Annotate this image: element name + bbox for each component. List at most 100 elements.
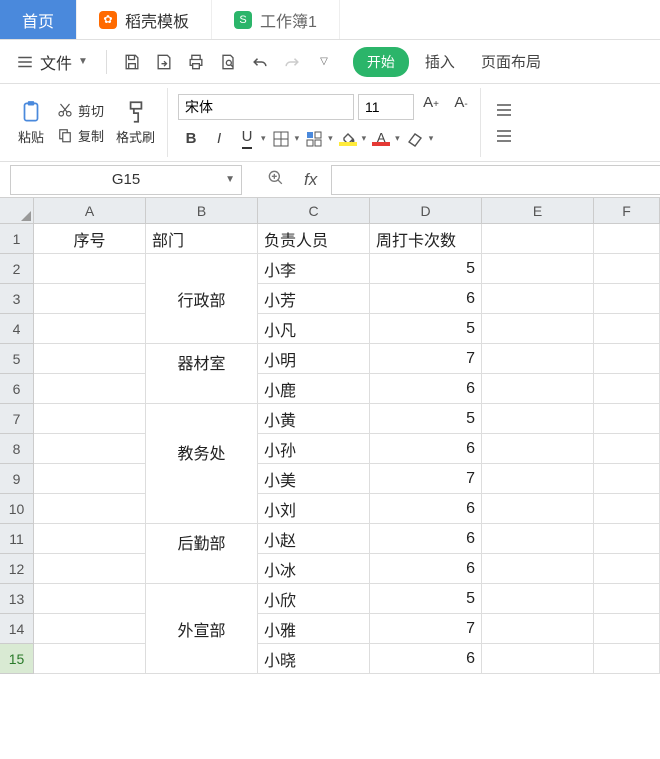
cell[interactable] (482, 584, 594, 614)
cell[interactable]: 小晓 (258, 644, 370, 674)
cell[interactable] (594, 644, 660, 674)
cell[interactable] (146, 494, 258, 524)
cell[interactable]: 小欣 (258, 584, 370, 614)
cell[interactable] (34, 344, 146, 374)
ribbon-tab-pagelayout[interactable]: 页面布局 (471, 47, 551, 76)
cell[interactable] (34, 314, 146, 344)
cell[interactable] (594, 344, 660, 374)
col-header-e[interactable]: E (482, 198, 594, 224)
cell[interactable]: 6 (370, 284, 482, 314)
fx-button[interactable]: fx (304, 170, 317, 190)
cell[interactable]: 行政部 (146, 284, 258, 314)
name-box[interactable]: G15 ▼ (10, 165, 242, 195)
tab-home[interactable]: 首页 (0, 0, 77, 39)
cell[interactable]: 周打卡次数 (370, 224, 482, 254)
cell[interactable]: 小美 (258, 464, 370, 494)
cell[interactable] (34, 254, 146, 284)
cell[interactable] (146, 584, 258, 614)
cell[interactable] (482, 644, 594, 674)
spreadsheet-grid[interactable]: A B C D E F 1 序号 部门 负责人员 周打卡次数 2 小李 5 3 … (0, 198, 660, 674)
select-all-corner[interactable] (0, 198, 34, 224)
font-size-select[interactable] (358, 94, 414, 120)
tab-templates[interactable]: ✿ 稻壳模板 (77, 0, 212, 39)
cell[interactable]: 6 (370, 524, 482, 554)
cell[interactable]: 外宣部 (146, 614, 258, 644)
font-color-button[interactable]: A ▾ (368, 126, 400, 152)
row-header[interactable]: 15 (0, 644, 34, 674)
cell[interactable] (594, 224, 660, 254)
cell[interactable]: 5 (370, 584, 482, 614)
underline-button[interactable]: U▾ (234, 126, 266, 152)
cell[interactable]: 5 (370, 404, 482, 434)
col-header-c[interactable]: C (258, 198, 370, 224)
cell[interactable]: 6 (370, 434, 482, 464)
print-button[interactable] (183, 49, 209, 75)
row-header[interactable]: 7 (0, 404, 34, 434)
decrease-font-button[interactable]: A- (448, 94, 474, 120)
cell[interactable] (594, 254, 660, 284)
toolbar-more-button[interactable]: ▽ (311, 49, 337, 75)
cell[interactable]: 小雅 (258, 614, 370, 644)
formula-input[interactable] (331, 165, 660, 195)
ribbon-tab-insert[interactable]: 插入 (415, 47, 465, 76)
cell[interactable] (482, 434, 594, 464)
paste-button[interactable]: 粘贴 (12, 97, 50, 148)
cell[interactable] (594, 284, 660, 314)
cell[interactable] (482, 614, 594, 644)
row-header[interactable]: 8 (0, 434, 34, 464)
cell[interactable] (594, 464, 660, 494)
print-preview-button[interactable] (215, 49, 241, 75)
cell[interactable]: 负责人员 (258, 224, 370, 254)
cell[interactable]: 小赵 (258, 524, 370, 554)
cell[interactable] (34, 554, 146, 584)
ribbon-tab-start[interactable]: 开始 (353, 47, 409, 77)
undo-button[interactable] (247, 49, 273, 75)
cell[interactable] (146, 644, 258, 674)
cell[interactable]: 5 (370, 314, 482, 344)
cell[interactable]: 小黄 (258, 404, 370, 434)
cell[interactable]: 5 (370, 254, 482, 284)
cell[interactable] (594, 434, 660, 464)
cell[interactable] (594, 524, 660, 554)
row-header[interactable]: 2 (0, 254, 34, 284)
cell[interactable] (594, 494, 660, 524)
save-as-button[interactable] (151, 49, 177, 75)
cell[interactable]: 小孙 (258, 434, 370, 464)
cell[interactable] (482, 524, 594, 554)
align-button[interactable] (491, 97, 517, 123)
cell[interactable]: 序号 (34, 224, 146, 254)
col-header-a[interactable]: A (34, 198, 146, 224)
cell[interactable]: 6 (370, 644, 482, 674)
cell[interactable]: 小明 (258, 344, 370, 374)
row-header[interactable]: 5 (0, 344, 34, 374)
cell[interactable] (34, 374, 146, 404)
cell[interactable] (482, 224, 594, 254)
cell[interactable] (146, 464, 258, 494)
bold-button[interactable]: B (178, 126, 204, 152)
cell[interactable] (34, 284, 146, 314)
col-header-b[interactable]: B (146, 198, 258, 224)
save-button[interactable] (119, 49, 145, 75)
cell[interactable]: 小李 (258, 254, 370, 284)
row-header[interactable]: 3 (0, 284, 34, 314)
cut-button[interactable]: 剪切 (52, 99, 108, 122)
font-name-select[interactable] (178, 94, 354, 120)
cell[interactable] (146, 254, 258, 284)
cell[interactable] (146, 554, 258, 584)
cell[interactable]: 部门 (146, 224, 258, 254)
cell[interactable] (146, 404, 258, 434)
cell[interactable] (594, 614, 660, 644)
cell[interactable] (146, 374, 258, 404)
cell[interactable] (482, 404, 594, 434)
cell[interactable] (594, 554, 660, 584)
cell[interactable] (482, 314, 594, 344)
col-header-d[interactable]: D (370, 198, 482, 224)
row-header[interactable]: 10 (0, 494, 34, 524)
row-header[interactable]: 9 (0, 464, 34, 494)
cell[interactable]: 小鹿 (258, 374, 370, 404)
col-header-f[interactable]: F (594, 198, 660, 224)
cell[interactable] (482, 464, 594, 494)
cell[interactable] (482, 554, 594, 584)
italic-button[interactable]: I (206, 126, 232, 152)
cell[interactable]: 6 (370, 494, 482, 524)
